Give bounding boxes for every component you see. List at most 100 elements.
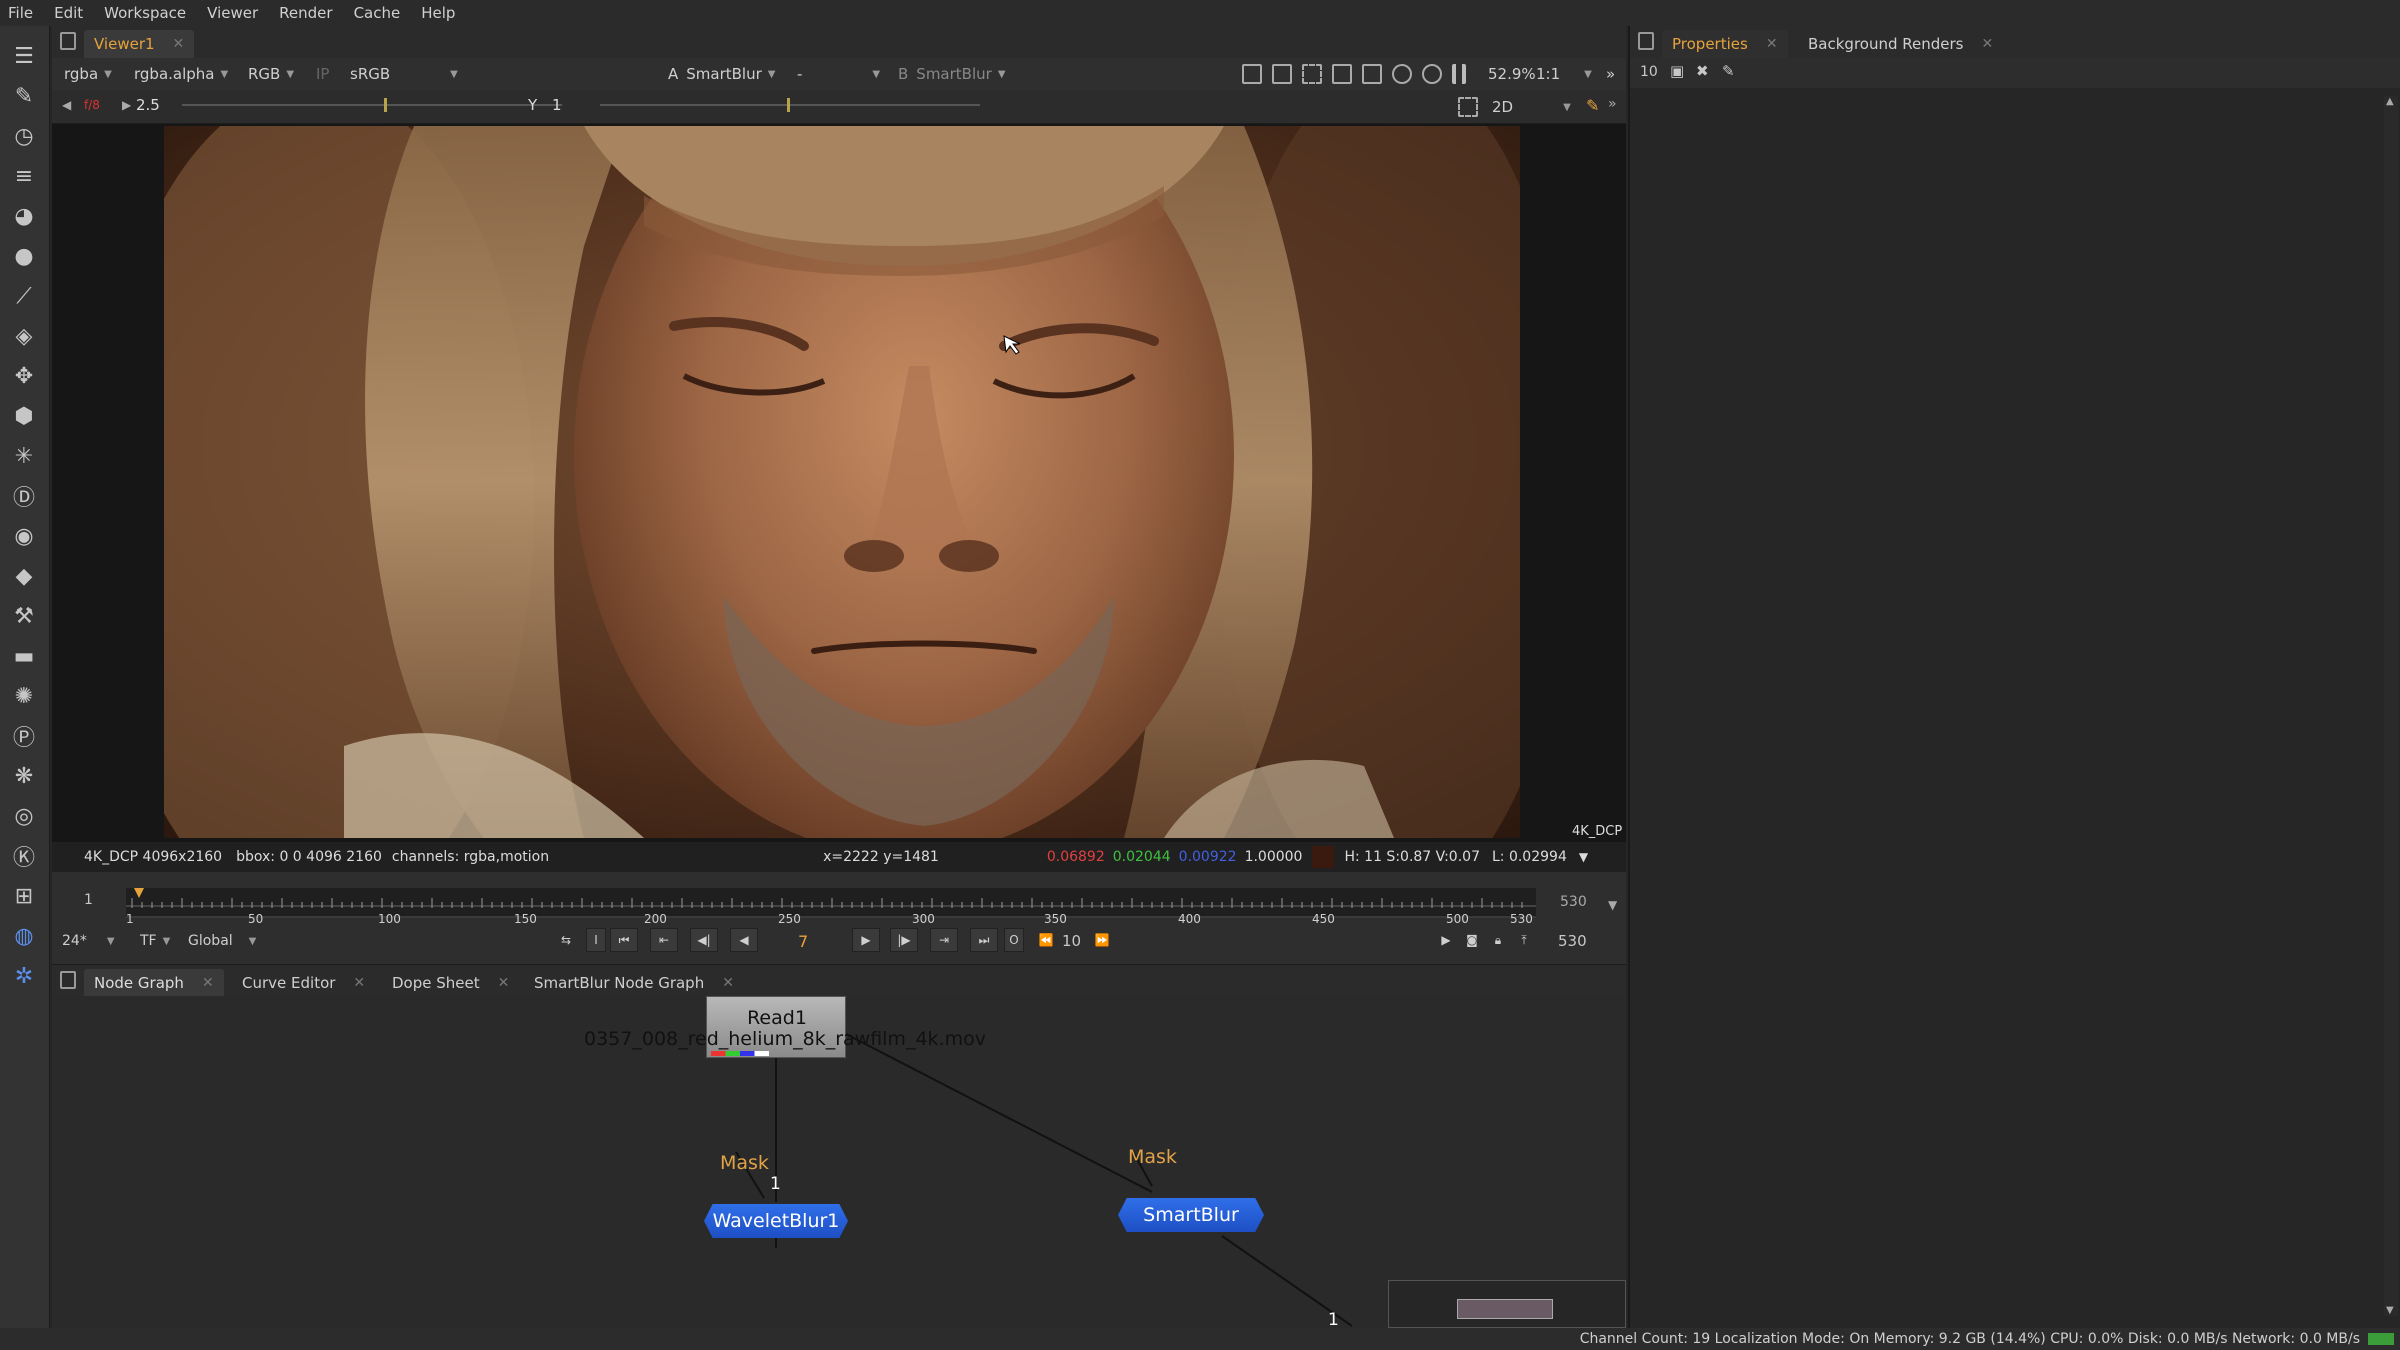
edit-icon[interactable]: ✎ (1722, 62, 1735, 80)
ip-button[interactable]: IP (316, 63, 329, 85)
menu-cache[interactable]: Cache (354, 4, 401, 22)
tab-viewer1[interactable]: Viewer1 ✕ (84, 30, 195, 58)
prev-keyframe-button[interactable]: ⇤ (650, 928, 678, 952)
pane-menu-icon[interactable] (60, 32, 76, 50)
menu-edit[interactable]: Edit (54, 4, 83, 22)
chevron-down-icon[interactable]: ▼ (1608, 898, 1617, 912)
furnace-icon[interactable]: ✺ (8, 680, 40, 712)
scroll-up-icon[interactable]: ▲ (2386, 96, 2394, 107)
menu-viewer[interactable]: Viewer (207, 4, 258, 22)
in-point-button[interactable]: I (586, 928, 606, 952)
refresh-icon[interactable] (1392, 64, 1412, 84)
more-controls-icon[interactable]: » (1606, 63, 1615, 85)
tab-smartblur-node-graph[interactable]: SmartBlur Node Graph ✕ (524, 969, 744, 997)
roi-icon[interactable] (1242, 64, 1262, 84)
next-frame-button[interactable]: |▶ (890, 928, 918, 952)
ratio-dropdown[interactable]: 1:1 ▼ (1536, 63, 1592, 85)
record-icon[interactable]: ◙ (1458, 928, 1486, 952)
viewer-image[interactable] (164, 126, 1520, 838)
minimap-viewport[interactable] (1457, 1299, 1553, 1319)
time-icon[interactable]: ◷ (8, 120, 40, 152)
channel-icon[interactable]: ≡ (8, 160, 40, 192)
filter-icon[interactable]: ● (8, 240, 40, 272)
close-icon[interactable]: ✕ (353, 975, 365, 991)
b-input-dropdown[interactable]: B SmartBlur ▼ (898, 63, 1006, 85)
view-mode-dropdown[interactable]: 2D ▼ (1492, 96, 1571, 118)
loop-icon[interactable]: ⇆ (552, 928, 580, 952)
chevron-down-icon[interactable]: ▼ (1579, 850, 1588, 864)
menu-file[interactable]: File (8, 4, 33, 22)
views-icon[interactable]: ◉ (8, 520, 40, 552)
end-frame[interactable]: 530 (1560, 894, 1587, 910)
gain-slider-handle[interactable] (384, 98, 387, 112)
pane-menu-icon[interactable] (60, 971, 76, 989)
more-controls-icon[interactable]: » (1608, 96, 1617, 112)
step-forward-icon[interactable]: ⏩ (1088, 928, 1116, 952)
metadata-icon[interactable]: ◆ (8, 560, 40, 592)
close-icon[interactable]: ✕ (722, 975, 734, 991)
node-graph-canvas[interactable]: Read1 0357_008_red_helium_8k_rawfilm_4k.… (52, 996, 1626, 1328)
zoom-dropdown[interactable]: 52.9% (1488, 63, 1536, 85)
gamma-slider-handle[interactable] (787, 98, 790, 112)
gain-slider[interactable] (182, 104, 562, 106)
k-icon[interactable]: Ⓚ (8, 840, 40, 872)
plugin-icon[interactable]: ⊞ (8, 880, 40, 912)
close-icon[interactable]: ✕ (202, 975, 214, 991)
pause-icon[interactable] (1452, 64, 1466, 84)
particles-icon[interactable]: ✳ (8, 440, 40, 472)
image-tools-icon[interactable]: ☰ (8, 40, 40, 72)
waveletblur1-node[interactable]: WaveletBlur1 (704, 1204, 848, 1238)
prev-frame-button[interactable]: ◀| (690, 928, 718, 952)
proxy-icon[interactable] (1302, 64, 1322, 84)
paint-icon[interactable]: ✎ (1586, 96, 1599, 115)
colorspace-dropdown[interactable]: RGB ▼ (248, 63, 294, 85)
play-backward-button[interactable]: ◀ (730, 928, 758, 952)
transform-icon[interactable]: ✥ (8, 360, 40, 392)
3d-icon[interactable]: ⬢ (8, 400, 40, 432)
export-icon[interactable]: ⤒ (1510, 928, 1538, 952)
tab-background-renders[interactable]: Background Renders ✕ (1798, 30, 2003, 58)
first-frame-button[interactable]: ⏮ (610, 928, 638, 952)
menu-render[interactable]: Render (279, 4, 332, 22)
ofx-icon[interactable]: Ⓟ (8, 720, 40, 752)
menu-help[interactable]: Help (421, 4, 455, 22)
color-icon[interactable]: ◕ (8, 200, 40, 232)
guides-icon[interactable] (1362, 64, 1382, 84)
roi-select-icon[interactable] (1458, 97, 1478, 117)
alpha-channel-dropdown[interactable]: rgba.alpha ▼ (134, 63, 228, 85)
close-icon[interactable]: ✕ (498, 975, 510, 991)
navigator-minimap[interactable] (1388, 1280, 1626, 1328)
out-point-button[interactable]: O (1004, 928, 1024, 952)
lock-panel-icon[interactable]: ▣ (1670, 62, 1684, 80)
tab-properties[interactable]: Properties ✕ (1662, 30, 1788, 58)
gamma-value[interactable]: 1 (552, 96, 562, 114)
compare-mode-dropdown[interactable]: - ▼ (797, 63, 880, 85)
gain-value[interactable]: 2.5 (136, 96, 160, 114)
lut-dropdown[interactable]: sRGB ▼ (350, 63, 458, 85)
tab-dope-sheet[interactable]: Dope Sheet ✕ (382, 969, 519, 997)
smartblur-node[interactable]: SmartBlur (1118, 1198, 1264, 1232)
flipbook-icon[interactable]: ▶ (1432, 928, 1460, 952)
fps-dropdown[interactable]: 24* ▼ (62, 930, 115, 952)
overlay-icon[interactable] (1332, 64, 1352, 84)
toolsets-icon[interactable]: ⚒ (8, 600, 40, 632)
viewer-canvas[interactable]: 4K_DCP (52, 124, 1626, 842)
range-mode-dropdown[interactable]: Global ▼ (188, 930, 256, 952)
close-icon[interactable]: ✕ (1981, 36, 1993, 52)
next-keyframe-button[interactable]: ⇥ (930, 928, 958, 952)
step-value[interactable]: 10 (1062, 932, 1081, 950)
max-panels-input[interactable]: 10 (1640, 64, 1658, 80)
out-frame[interactable]: 530 (1558, 932, 1587, 950)
left-arrow-icon[interactable]: ◀ (62, 98, 71, 112)
channels-dropdown[interactable]: rgba ▼ (64, 63, 112, 85)
neat-video-icon[interactable]: ◍ (8, 920, 40, 952)
scroll-down-icon[interactable]: ▼ (2386, 1305, 2394, 1316)
last-frame-button[interactable]: ⏭ (970, 928, 998, 952)
pane-menu-icon[interactable] (1638, 32, 1654, 50)
other-icon[interactable]: ▬ (8, 640, 40, 672)
smartblur-plugin-icon[interactable]: ✲ (8, 960, 40, 992)
close-all-icon[interactable]: ✖ (1696, 62, 1709, 80)
render-icon[interactable] (1422, 64, 1442, 84)
right-arrow-icon[interactable]: ▶ (122, 98, 131, 112)
merge-icon[interactable]: ◈ (8, 320, 40, 352)
